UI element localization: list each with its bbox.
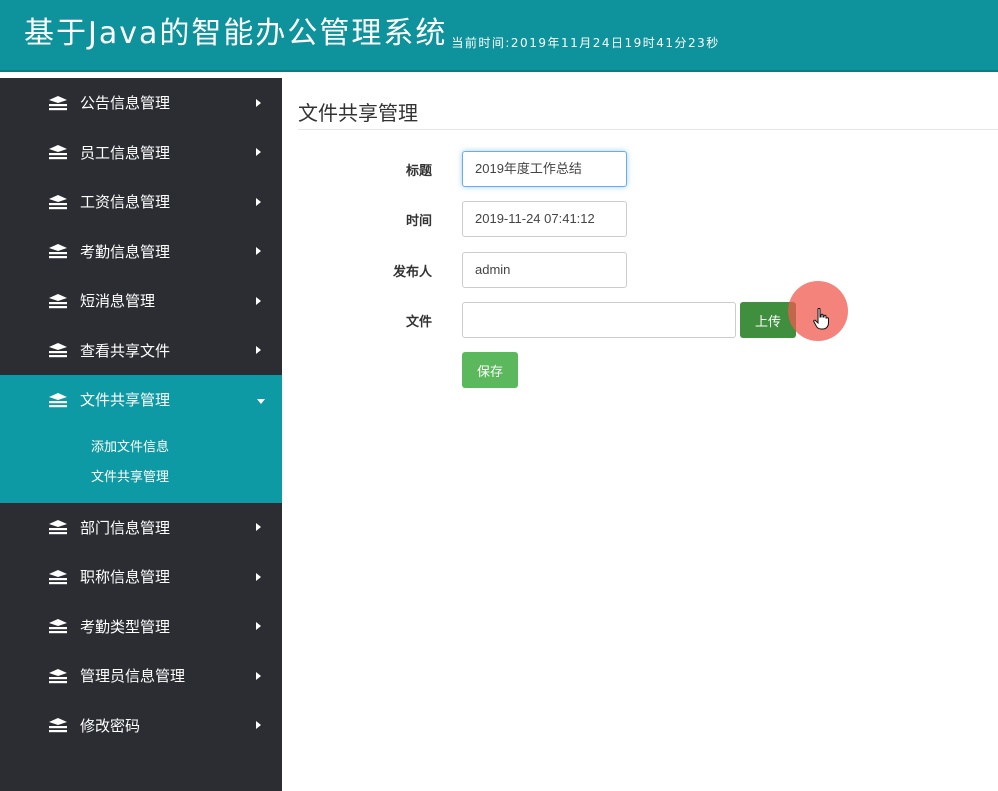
sidebar-item[interactable]: 职称信息管理 (0, 552, 282, 602)
caret-right-icon (256, 667, 262, 685)
main-content: 文件共享管理 标题 2019年度工作总结 时间 2019-11-24 07:41… (282, 78, 998, 791)
app-header: 基于Java的智能办公管理系统 当前时间:2019年11月24日19时41分23… (0, 0, 998, 72)
stack-icon (48, 519, 68, 535)
sidebar: 公告信息管理 员工信息管理 工资信息管理 考勤信息管理 短消息管理查看共享文件 文件共享… (0, 78, 282, 791)
caret-right-icon (256, 568, 262, 586)
sidebar-item[interactable]: 公告信息管理 (0, 78, 282, 128)
caret-right-icon (256, 143, 262, 161)
title-label: 标题 (405, 163, 432, 179)
sidebar-item-label: 短消息管理 (80, 292, 156, 311)
caret-right-icon (256, 518, 262, 536)
sidebar-item[interactable]: 修改密码 (0, 701, 282, 751)
form-row-publisher: 发布人 admin (282, 252, 627, 288)
sidebar-item-label: 修改密码 (80, 716, 141, 735)
form-row-time: 时间 2019-11-24 07:41:12 (282, 201, 627, 237)
sidebar-item[interactable]: 考勤类型管理 (0, 602, 282, 652)
caret-right-icon (256, 193, 262, 211)
time-input[interactable]: 2019-11-24 07:41:12 (462, 201, 627, 237)
stack-icon (48, 194, 68, 210)
sidebar-item-label: 查看共享文件 (80, 341, 171, 360)
sidebar-item-label: 工资信息管理 (80, 193, 171, 212)
stack-icon (48, 717, 68, 733)
caret-right-icon (256, 617, 262, 635)
stack-icon (48, 668, 68, 684)
caret-right-icon (256, 242, 262, 260)
app-title: 基于Java的智能办公管理系统 (24, 16, 448, 51)
stack-icon (48, 618, 68, 634)
submenu-item-add-file[interactable]: 添加文件信息 (0, 433, 282, 463)
save-button[interactable]: 保存 (462, 352, 518, 388)
title-input[interactable]: 2019年度工作总结 (462, 151, 627, 187)
time-label: 时间 (405, 213, 432, 229)
sidebar-item-label: 部门信息管理 (80, 518, 171, 537)
stack-icon (48, 342, 68, 358)
caret-right-icon (256, 716, 262, 734)
stack-icon (48, 144, 68, 160)
submenu-item-file-share-management[interactable]: 文件共享管理 (0, 463, 282, 493)
sidebar-item[interactable]: 工资信息管理 (0, 177, 282, 227)
sidebar-item-label: 管理员信息管理 (80, 667, 186, 686)
stack-icon (48, 243, 68, 259)
stack-icon (48, 95, 68, 111)
sidebar-item-label: 考勤信息管理 (80, 242, 171, 261)
form-row-save: 保存 (282, 352, 518, 388)
sidebar-item-label: 员工信息管理 (80, 143, 171, 162)
sidebar-item-label: 职称信息管理 (80, 568, 171, 587)
sidebar-item[interactable]: 员工信息管理 (0, 128, 282, 178)
sidebar-item[interactable]: 考勤信息管理 (0, 227, 282, 277)
stack-icon (48, 392, 68, 408)
publisher-input[interactable]: admin (462, 252, 627, 288)
stack-icon (48, 293, 68, 309)
submenu: 添加文件信息 文件共享管理 (0, 424, 282, 503)
caret-right-icon (256, 341, 262, 359)
caret-right-icon (256, 292, 262, 310)
file-label: 文件 (405, 314, 432, 330)
sidebar-item-file-share-management[interactable]: 文件共享管理 (0, 375, 282, 425)
sidebar-item[interactable]: 短消息管理 (0, 276, 282, 326)
current-time: 当前时间:2019年11月24日19时41分23秒 (451, 36, 720, 50)
hand-pointer-icon (813, 307, 829, 334)
caret-right-icon (256, 94, 262, 112)
stack-icon (48, 569, 68, 585)
caret-down-icon (256, 391, 266, 409)
sidebar-item-label: 公告信息管理 (80, 94, 171, 113)
publisher-label: 发布人 (392, 264, 432, 280)
page-title: 文件共享管理 (298, 98, 998, 130)
sidebar-item-label: 文件共享管理 (80, 391, 171, 410)
sidebar-item-label: 考勤类型管理 (80, 617, 171, 636)
sidebar-item[interactable]: 部门信息管理 (0, 503, 282, 553)
form-row-title: 标题 2019年度工作总结 (282, 151, 627, 187)
sidebar-item[interactable]: 管理员信息管理 (0, 651, 282, 701)
sidebar-item[interactable]: 查看共享文件 (0, 326, 282, 376)
file-input[interactable] (462, 302, 736, 338)
form-row-file: 文件 上传 (282, 302, 796, 338)
